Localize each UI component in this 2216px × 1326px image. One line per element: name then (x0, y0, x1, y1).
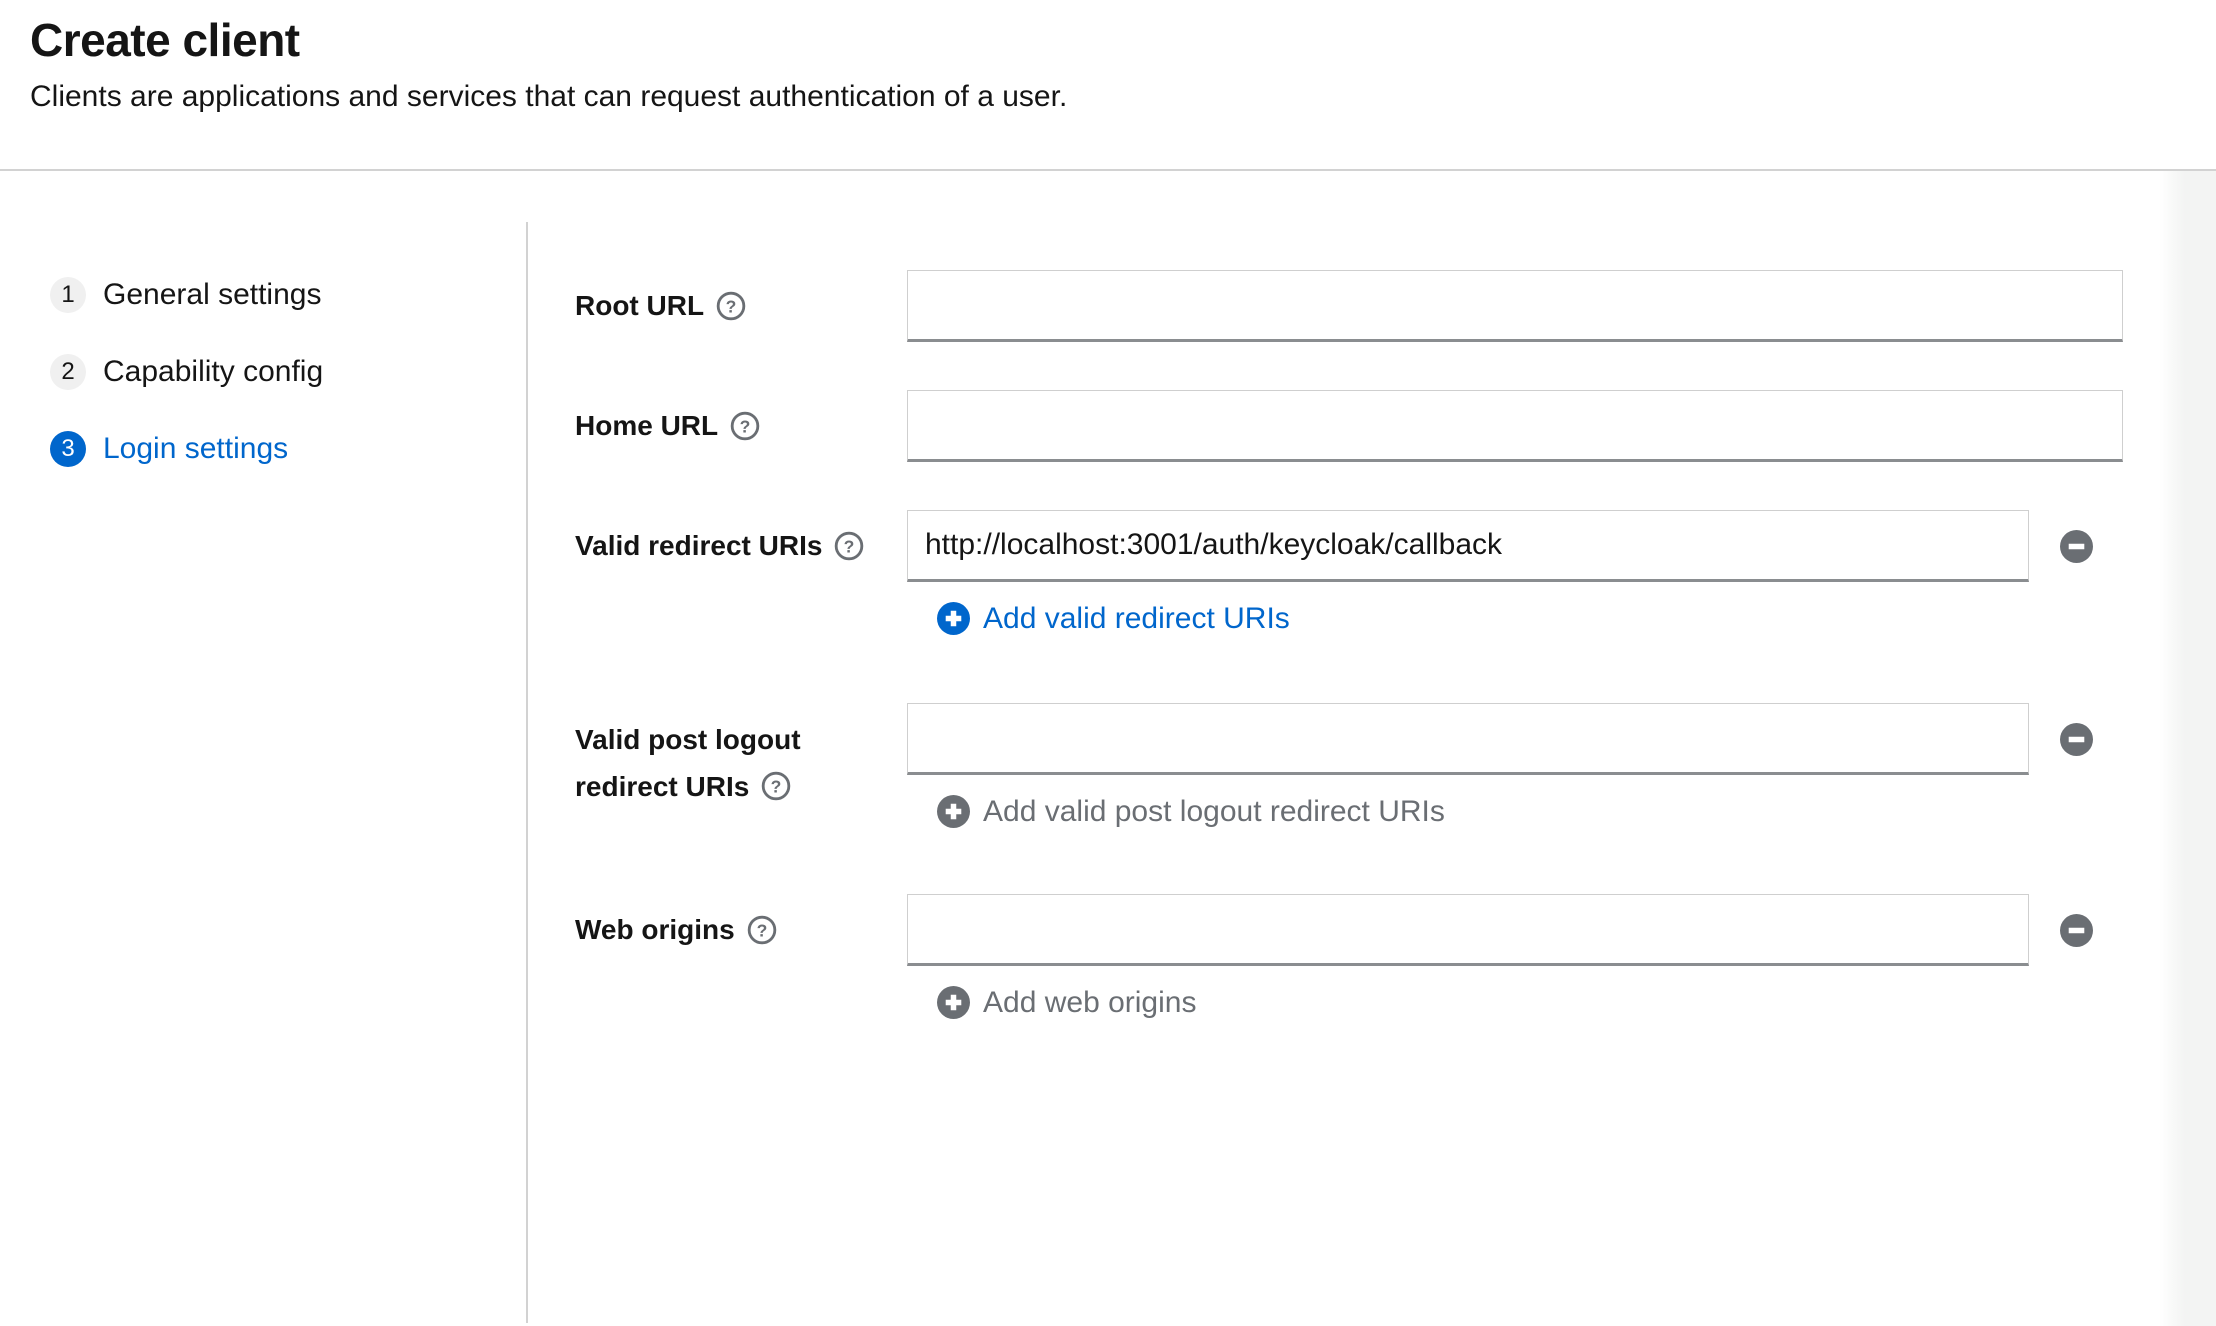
wizard-step-capability-config[interactable]: 2 Capability config (50, 354, 323, 390)
add-valid-redirect-uris-button[interactable]: Add valid redirect URIs (937, 600, 1290, 637)
page-header: Create client Clients are applications a… (0, 0, 2216, 171)
add-web-origins-button[interactable]: Add web origins (937, 984, 1196, 1021)
plus-circle-icon (937, 986, 970, 1019)
wizard-step-login-settings[interactable]: 3 Login settings (50, 431, 323, 467)
step-label: Login settings (103, 432, 289, 465)
form-group-valid-redirect-uris: Valid redirect URIs ? Add valid redirect… (575, 510, 2123, 637)
form-group-web-origins: Web origins ? Add web origins (575, 894, 2123, 1021)
step-label: Capability config (103, 355, 324, 388)
root-url-label: Root URL ? (575, 270, 907, 342)
step-number-badge: 3 (50, 431, 86, 467)
question-circle-icon[interactable]: ? (716, 291, 746, 321)
question-circle-icon[interactable]: ? (747, 915, 777, 945)
root-url-input-row (907, 270, 2123, 342)
form-group-home-url: Home URL ? (575, 390, 2123, 462)
right-edge-shade (2159, 0, 2216, 1326)
page-title: Create client (30, 14, 300, 66)
step-label: General settings (103, 278, 322, 311)
form-group-post-logout-redirect-uris: Valid post logout redirect URIs ? Add va… (575, 703, 2123, 830)
question-circle-icon[interactable]: ? (730, 411, 760, 441)
svg-text:?: ? (740, 416, 751, 436)
post-logout-redirect-uri-input-row (907, 703, 2123, 775)
web-origins-label: Web origins ? (575, 894, 907, 966)
question-circle-icon[interactable]: ? (834, 531, 864, 561)
root-url-input[interactable] (907, 270, 2123, 342)
svg-text:?: ? (844, 536, 855, 556)
minus-circle-icon (2060, 722, 2093, 756)
wizard-nav: 1 General settings 2 Capability config 3… (50, 277, 323, 467)
web-origins-input[interactable] (907, 894, 2029, 966)
add-post-logout-redirect-uris-button[interactable]: Add valid post logout redirect URIs (937, 793, 1445, 830)
form-group-root-url: Root URL ? (575, 270, 2123, 342)
home-url-label: Home URL ? (575, 390, 907, 462)
web-origins-input-row (907, 894, 2123, 966)
minus-circle-icon (2060, 913, 2093, 947)
valid-redirect-uris-label: Valid redirect URIs ? (575, 510, 907, 582)
svg-text:?: ? (756, 920, 767, 940)
remove-redirect-uri-button[interactable] (2060, 529, 2093, 563)
home-url-input[interactable] (907, 390, 2123, 462)
remove-web-origin-button[interactable] (2060, 913, 2093, 947)
remove-post-logout-uri-button[interactable] (2060, 722, 2093, 756)
svg-text:?: ? (771, 776, 782, 796)
post-logout-redirect-uri-input[interactable] (907, 703, 2029, 775)
post-logout-redirect-uris-label: Valid post logout redirect URIs ? (575, 724, 801, 802)
plus-circle-icon (937, 795, 970, 828)
valid-redirect-uri-input-row (907, 510, 2123, 582)
svg-text:?: ? (726, 296, 737, 316)
valid-redirect-uri-input[interactable] (907, 510, 2029, 582)
nav-form-divider (526, 222, 528, 1323)
login-settings-form: Root URL ? Home URL ? Valid redirect URI… (575, 270, 2123, 1021)
step-number-badge: 2 (50, 354, 86, 390)
plus-circle-icon (937, 602, 970, 635)
minus-circle-icon (2060, 529, 2093, 563)
question-circle-icon[interactable]: ? (761, 771, 791, 801)
home-url-input-row (907, 390, 2123, 462)
page-subtitle: Clients are applications and services th… (30, 80, 1068, 113)
wizard-step-general-settings[interactable]: 1 General settings (50, 277, 323, 313)
step-number-badge: 1 (50, 277, 86, 313)
